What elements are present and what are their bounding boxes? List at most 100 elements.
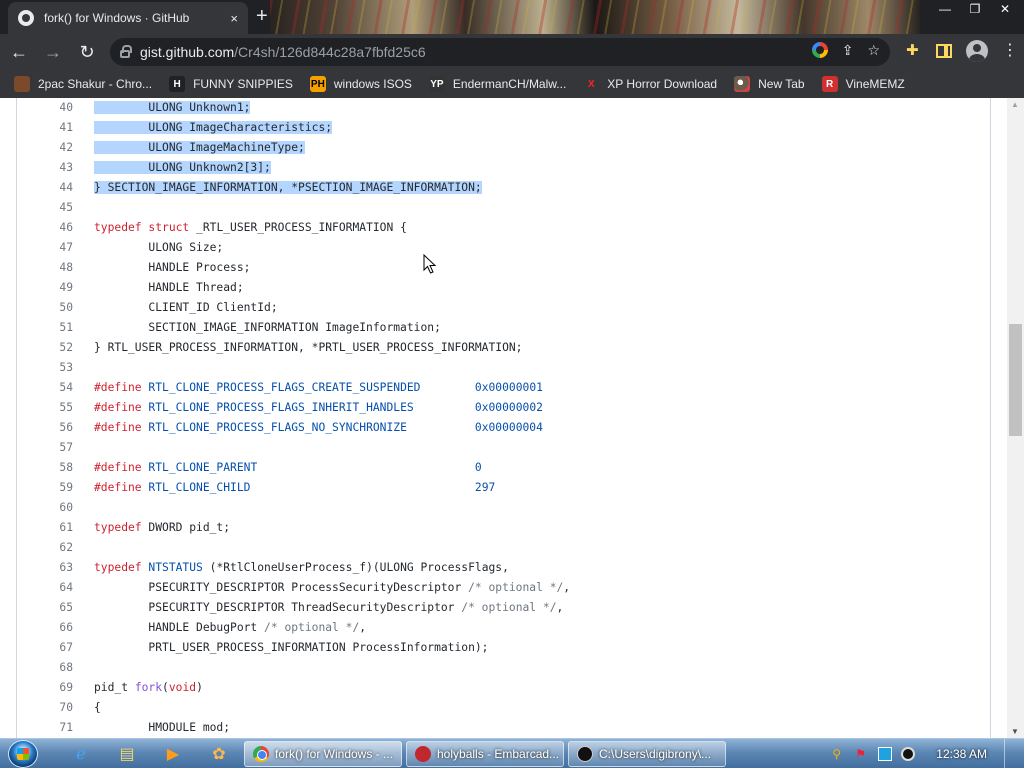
reload-button[interactable]: ↻ bbox=[72, 37, 102, 67]
line-number[interactable]: 41 bbox=[33, 121, 73, 134]
share-icon[interactable]: ⇪ bbox=[842, 42, 854, 59]
display-tray-icon[interactable] bbox=[878, 747, 893, 761]
bookmark-funny-snippies[interactable]: H FUNNY SNIPPIES bbox=[169, 76, 293, 92]
line-number[interactable]: 63 bbox=[33, 561, 73, 574]
scroll-up-icon[interactable]: ▲ bbox=[1011, 100, 1019, 109]
close-window-button[interactable]: ✕ bbox=[990, 0, 1020, 22]
code-line: 45 bbox=[33, 197, 993, 217]
code-line: 57 bbox=[33, 437, 993, 457]
line-number[interactable]: 42 bbox=[33, 141, 73, 154]
side-panel-icon[interactable] bbox=[936, 44, 952, 58]
line-number[interactable]: 45 bbox=[33, 201, 73, 214]
code-text: #define RTL_CLONE_PROCESS_FLAGS_NO_SYNCH… bbox=[94, 420, 543, 434]
line-number[interactable]: 55 bbox=[33, 401, 73, 414]
line-number[interactable]: 54 bbox=[33, 381, 73, 394]
task-cmd[interactable]: C:\Users\digibrony\... bbox=[568, 741, 726, 767]
back-button[interactable]: ← bbox=[4, 37, 34, 67]
line-number[interactable]: 51 bbox=[33, 321, 73, 334]
tab-close-icon[interactable]: × bbox=[230, 11, 238, 26]
line-number[interactable]: 49 bbox=[33, 281, 73, 294]
line-number[interactable]: 53 bbox=[33, 361, 73, 374]
minimize-button[interactable]: — bbox=[930, 0, 960, 22]
code-text: pid_t fork(void) bbox=[94, 680, 203, 694]
line-number[interactable]: 43 bbox=[33, 161, 73, 174]
line-number[interactable]: 66 bbox=[33, 621, 73, 634]
line-number[interactable]: 50 bbox=[33, 301, 73, 314]
search-tray-icon[interactable]: ⚲ bbox=[832, 747, 846, 761]
line-number[interactable]: 65 bbox=[33, 601, 73, 614]
code-line: 64 PSECURITY_DESCRIPTOR ProcessSecurityD… bbox=[33, 577, 993, 597]
code-text: HANDLE Thread; bbox=[94, 280, 244, 294]
bookmark-star-icon[interactable]: ☆ bbox=[867, 42, 880, 59]
line-number[interactable]: 64 bbox=[33, 581, 73, 594]
ph-favicon-icon: PH bbox=[309, 76, 326, 92]
code-line: 50 CLIENT_ID ClientId; bbox=[33, 297, 993, 317]
vertical-scrollbar[interactable]: ▲ ▼ bbox=[1007, 98, 1024, 738]
bookmark-windows-isos[interactable]: PH windows ISOS bbox=[309, 76, 412, 92]
embarcadero-icon bbox=[415, 746, 431, 762]
explorer-icon[interactable]: ▤ bbox=[114, 742, 140, 766]
theme-background bbox=[270, 0, 920, 34]
maximize-button[interactable]: ❐ bbox=[960, 0, 990, 22]
line-number[interactable]: 58 bbox=[33, 461, 73, 474]
show-desktop-button[interactable] bbox=[1004, 739, 1016, 768]
code-text: } SECTION_IMAGE_INFORMATION, *PSECTION_I… bbox=[94, 180, 482, 194]
line-number[interactable]: 69 bbox=[33, 681, 73, 694]
bookmark-vinememz[interactable]: R VineMEMZ bbox=[821, 76, 905, 92]
extensions-icon[interactable]: ✚ bbox=[906, 43, 922, 59]
bookmark-2pac[interactable]: 2pac Shakur - Chro... bbox=[14, 76, 152, 92]
code-line: 40 ULONG Unknown1; bbox=[33, 98, 993, 117]
code-line: 46 typedef struct _RTL_USER_PROCESS_INFOR… bbox=[33, 217, 993, 237]
r-favicon-icon: R bbox=[821, 76, 838, 92]
code-text: PSECURITY_DESCRIPTOR ThreadSecurityDescr… bbox=[94, 600, 564, 614]
clock[interactable]: 12:38 AM bbox=[936, 747, 987, 761]
line-number[interactable]: 68 bbox=[33, 661, 73, 674]
line-number[interactable]: 70 bbox=[33, 701, 73, 714]
line-number[interactable]: 59 bbox=[33, 481, 73, 494]
code-line: 43 ULONG Unknown2[3]; bbox=[33, 157, 993, 177]
line-number[interactable]: 46 bbox=[33, 221, 73, 234]
line-number[interactable]: 57 bbox=[33, 441, 73, 454]
line-number[interactable]: 67 bbox=[33, 641, 73, 654]
line-number[interactable]: 48 bbox=[33, 261, 73, 274]
code-text: #define RTL_CLONE_PROCESS_FLAGS_INHERIT_… bbox=[94, 400, 543, 414]
task-embarcadero[interactable]: holyballs - Embarcad... bbox=[406, 741, 564, 767]
forward-button[interactable]: → bbox=[38, 37, 68, 67]
new-tab-button[interactable]: + bbox=[256, 6, 268, 26]
code-line: 56 #define RTL_CLONE_PROCESS_FLAGS_NO_SYN… bbox=[33, 417, 993, 437]
line-number[interactable]: 60 bbox=[33, 501, 73, 514]
line-number[interactable]: 52 bbox=[33, 341, 73, 354]
browser-tab[interactable]: fork() for Windows · GitHub × bbox=[8, 2, 248, 34]
code-text: HANDLE Process; bbox=[94, 260, 251, 274]
code-line: 58 #define RTL_CLONE_PARENT 0 bbox=[33, 457, 993, 477]
bookmark-xp-horror[interactable]: X XP Horror Download bbox=[583, 76, 717, 92]
flag-tray-icon[interactable]: ⚑ bbox=[855, 747, 869, 761]
bookmark-endermanch[interactable]: YP EndermanCH/Malw... bbox=[428, 76, 566, 92]
scrollbar-thumb[interactable] bbox=[1009, 324, 1022, 436]
code-line: 48 HANDLE Process; bbox=[33, 257, 993, 277]
lock-icon[interactable] bbox=[120, 45, 132, 58]
scroll-down-icon[interactable]: ▼ bbox=[1011, 727, 1019, 736]
volume-tray-icon[interactable] bbox=[901, 747, 916, 761]
line-number[interactable]: 62 bbox=[33, 541, 73, 554]
line-number[interactable]: 47 bbox=[33, 241, 73, 254]
google-lens-icon[interactable] bbox=[811, 42, 828, 58]
bookmark-new-tab[interactable]: New Tab bbox=[734, 76, 805, 92]
line-number[interactable]: 56 bbox=[33, 421, 73, 434]
code-line: 69 pid_t fork(void) bbox=[33, 677, 993, 697]
chrome-icon bbox=[253, 746, 269, 762]
line-number[interactable]: 40 bbox=[33, 101, 73, 114]
line-number[interactable]: 61 bbox=[33, 521, 73, 534]
code-text: ULONG Unknown1; bbox=[94, 100, 251, 114]
paint-icon[interactable]: ✿ bbox=[206, 742, 232, 766]
line-number[interactable]: 44 bbox=[33, 181, 73, 194]
task-chrome[interactable]: fork() for Windows - ... bbox=[244, 741, 402, 767]
ie-icon[interactable]: ℯ bbox=[68, 742, 94, 766]
start-button[interactable] bbox=[8, 740, 38, 768]
profile-avatar[interactable] bbox=[966, 40, 988, 62]
address-bar[interactable]: gist.github.com/Cr4sh/126d844c28a7fbfd25… bbox=[110, 38, 890, 66]
menu-icon[interactable]: ⋮ bbox=[1002, 43, 1018, 59]
url-path: /Cr4sh/126d844c28a7fbfd25c6 bbox=[234, 44, 426, 60]
media-player-icon[interactable]: ▶ bbox=[160, 742, 186, 766]
line-number[interactable]: 71 bbox=[33, 721, 73, 734]
